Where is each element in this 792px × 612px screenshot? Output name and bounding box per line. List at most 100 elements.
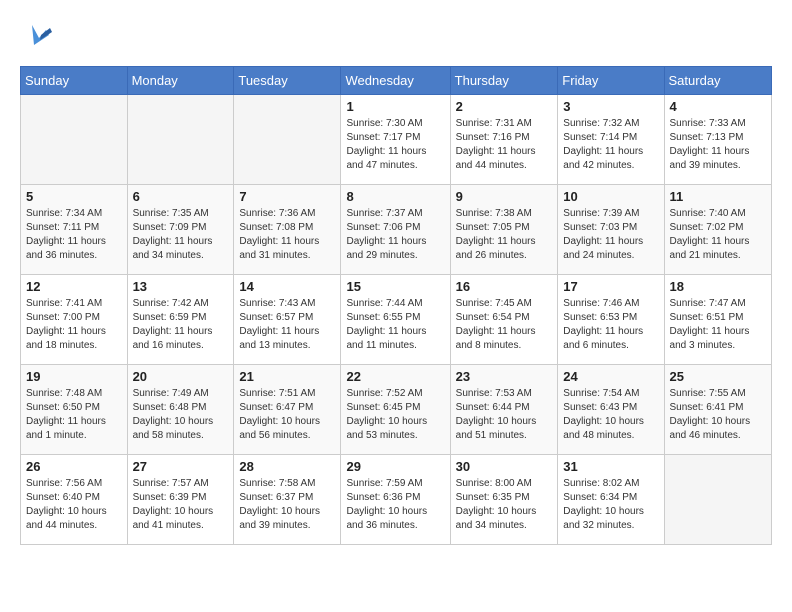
logo-icon <box>24 20 54 50</box>
calendar-header-friday: Friday <box>558 67 664 95</box>
day-info: Sunrise: 7:57 AM Sunset: 6:39 PM Dayligh… <box>133 477 229 533</box>
calendar-cell: 30 Sunrise: 8:00 AM Sunset: 6:35 PM Dayli… <box>450 455 558 545</box>
calendar-table: SundayMondayTuesdayWednesdayThursdayFrid… <box>20 66 772 545</box>
day-number: 25 <box>670 369 766 384</box>
day-info: Sunrise: 7:33 AM Sunset: 7:13 PM Dayligh… <box>670 117 766 173</box>
day-number: 23 <box>456 369 553 384</box>
day-info: Sunrise: 7:53 AM Sunset: 6:44 PM Dayligh… <box>456 387 553 443</box>
calendar-header-sunday: Sunday <box>21 67 128 95</box>
day-number: 30 <box>456 459 553 474</box>
day-number: 29 <box>346 459 444 474</box>
calendar-cell: 6 Sunrise: 7:35 AM Sunset: 7:09 PM Daylig… <box>127 185 234 275</box>
day-number: 21 <box>239 369 335 384</box>
day-info: Sunrise: 7:52 AM Sunset: 6:45 PM Dayligh… <box>346 387 444 443</box>
day-number: 28 <box>239 459 335 474</box>
calendar-cell: 31Sunrise: 8:02 AM Sunset: 6:34 PM Dayli… <box>558 455 664 545</box>
calendar-cell: 7Sunrise: 7:36 AM Sunset: 7:08 PM Daylig… <box>234 185 341 275</box>
calendar-cell: 20 Sunrise: 7:49 AM Sunset: 6:48 PM Dayli… <box>127 365 234 455</box>
week-row-4: 19Sunrise: 7:48 AM Sunset: 6:50 PM Dayli… <box>21 365 772 455</box>
day-info: Sunrise: 7:56 AM Sunset: 6:40 PM Dayligh… <box>26 477 122 533</box>
day-number: 15 <box>346 279 444 294</box>
day-number: 26 <box>26 459 122 474</box>
calendar-cell: 22 Sunrise: 7:52 AM Sunset: 6:45 PM Dayli… <box>341 365 450 455</box>
calendar-cell: 29 Sunrise: 7:59 AM Sunset: 6:36 PM Dayli… <box>341 455 450 545</box>
day-number: 14 <box>239 279 335 294</box>
day-info: Sunrise: 7:41 AM Sunset: 7:00 PM Dayligh… <box>26 297 122 353</box>
day-info: Sunrise: 7:55 AM Sunset: 6:41 PM Dayligh… <box>670 387 766 443</box>
logo <box>20 20 54 50</box>
calendar-cell: 2 Sunrise: 7:31 AM Sunset: 7:16 PM Daylig… <box>450 95 558 185</box>
day-number: 27 <box>133 459 229 474</box>
day-number: 24 <box>563 369 658 384</box>
day-info: Sunrise: 8:02 AM Sunset: 6:34 PM Dayligh… <box>563 477 658 533</box>
day-number: 4 <box>670 99 766 114</box>
calendar-cell: 24 Sunrise: 7:54 AM Sunset: 6:43 PM Dayli… <box>558 365 664 455</box>
calendar-cell: 11 Sunrise: 7:40 AM Sunset: 7:02 PM Dayli… <box>664 185 771 275</box>
day-number: 22 <box>346 369 444 384</box>
calendar-cell: 4 Sunrise: 7:33 AM Sunset: 7:13 PM Daylig… <box>664 95 771 185</box>
calendar-cell: 26 Sunrise: 7:56 AM Sunset: 6:40 PM Dayli… <box>21 455 128 545</box>
calendar-cell: 5 Sunrise: 7:34 AM Sunset: 7:11 PM Daylig… <box>21 185 128 275</box>
week-row-1: 1 Sunrise: 7:30 AM Sunset: 7:17 PM Daylig… <box>21 95 772 185</box>
calendar-cell <box>127 95 234 185</box>
day-number: 18 <box>670 279 766 294</box>
week-row-5: 26 Sunrise: 7:56 AM Sunset: 6:40 PM Dayli… <box>21 455 772 545</box>
day-info: Sunrise: 7:42 AM Sunset: 6:59 PM Dayligh… <box>133 297 229 353</box>
week-row-2: 5 Sunrise: 7:34 AM Sunset: 7:11 PM Daylig… <box>21 185 772 275</box>
calendar-cell: 19Sunrise: 7:48 AM Sunset: 6:50 PM Dayli… <box>21 365 128 455</box>
week-row-3: 12 Sunrise: 7:41 AM Sunset: 7:00 PM Dayli… <box>21 275 772 365</box>
day-number: 10 <box>563 189 658 204</box>
day-info: Sunrise: 7:35 AM Sunset: 7:09 PM Dayligh… <box>133 207 229 263</box>
day-info: Sunrise: 7:59 AM Sunset: 6:36 PM Dayligh… <box>346 477 444 533</box>
day-number: 19 <box>26 369 122 384</box>
calendar-cell <box>234 95 341 185</box>
calendar-cell: 21Sunrise: 7:51 AM Sunset: 6:47 PM Dayli… <box>234 365 341 455</box>
day-info: Sunrise: 7:38 AM Sunset: 7:05 PM Dayligh… <box>456 207 553 263</box>
day-info: Sunrise: 7:49 AM Sunset: 6:48 PM Dayligh… <box>133 387 229 443</box>
calendar-cell: 18Sunrise: 7:47 AM Sunset: 6:51 PM Dayli… <box>664 275 771 365</box>
calendar-cell: 13Sunrise: 7:42 AM Sunset: 6:59 PM Dayli… <box>127 275 234 365</box>
calendar-cell: 27 Sunrise: 7:57 AM Sunset: 6:39 PM Dayli… <box>127 455 234 545</box>
day-info: Sunrise: 7:37 AM Sunset: 7:06 PM Dayligh… <box>346 207 444 263</box>
day-info: Sunrise: 7:40 AM Sunset: 7:02 PM Dayligh… <box>670 207 766 263</box>
calendar-cell: 1 Sunrise: 7:30 AM Sunset: 7:17 PM Daylig… <box>341 95 450 185</box>
day-number: 3 <box>563 99 658 114</box>
calendar-header-saturday: Saturday <box>664 67 771 95</box>
day-number: 8 <box>346 189 444 204</box>
day-number: 11 <box>670 189 766 204</box>
day-number: 17 <box>563 279 658 294</box>
day-number: 6 <box>133 189 229 204</box>
calendar-cell: 28 Sunrise: 7:58 AM Sunset: 6:37 PM Dayli… <box>234 455 341 545</box>
day-number: 16 <box>456 279 553 294</box>
day-number: 12 <box>26 279 122 294</box>
calendar-cell: 15Sunrise: 7:44 AM Sunset: 6:55 PM Dayli… <box>341 275 450 365</box>
calendar-cell: 14 Sunrise: 7:43 AM Sunset: 6:57 PM Dayli… <box>234 275 341 365</box>
calendar-header-row: SundayMondayTuesdayWednesdayThursdayFrid… <box>21 67 772 95</box>
day-info: Sunrise: 7:45 AM Sunset: 6:54 PM Dayligh… <box>456 297 553 353</box>
calendar-header-tuesday: Tuesday <box>234 67 341 95</box>
calendar-cell: 9 Sunrise: 7:38 AM Sunset: 7:05 PM Daylig… <box>450 185 558 275</box>
day-info: Sunrise: 7:54 AM Sunset: 6:43 PM Dayligh… <box>563 387 658 443</box>
day-number: 20 <box>133 369 229 384</box>
day-info: Sunrise: 7:58 AM Sunset: 6:37 PM Dayligh… <box>239 477 335 533</box>
calendar-cell: 3Sunrise: 7:32 AM Sunset: 7:14 PM Daylig… <box>558 95 664 185</box>
calendar-cell: 23 Sunrise: 7:53 AM Sunset: 6:44 PM Dayli… <box>450 365 558 455</box>
day-info: Sunrise: 8:00 AM Sunset: 6:35 PM Dayligh… <box>456 477 553 533</box>
day-info: Sunrise: 7:34 AM Sunset: 7:11 PM Dayligh… <box>26 207 122 263</box>
calendar-header-wednesday: Wednesday <box>341 67 450 95</box>
day-info: Sunrise: 7:43 AM Sunset: 6:57 PM Dayligh… <box>239 297 335 353</box>
calendar-cell <box>21 95 128 185</box>
day-number: 1 <box>346 99 444 114</box>
day-info: Sunrise: 7:39 AM Sunset: 7:03 PM Dayligh… <box>563 207 658 263</box>
calendar-cell: 16 Sunrise: 7:45 AM Sunset: 6:54 PM Dayli… <box>450 275 558 365</box>
page-header <box>20 20 772 50</box>
day-number: 5 <box>26 189 122 204</box>
calendar-cell <box>664 455 771 545</box>
calendar-cell: 17Sunrise: 7:46 AM Sunset: 6:53 PM Dayli… <box>558 275 664 365</box>
day-number: 9 <box>456 189 553 204</box>
day-info: Sunrise: 7:30 AM Sunset: 7:17 PM Dayligh… <box>346 117 444 173</box>
day-number: 2 <box>456 99 553 114</box>
day-info: Sunrise: 7:31 AM Sunset: 7:16 PM Dayligh… <box>456 117 553 173</box>
calendar-header-thursday: Thursday <box>450 67 558 95</box>
calendar-cell: 12 Sunrise: 7:41 AM Sunset: 7:00 PM Dayli… <box>21 275 128 365</box>
